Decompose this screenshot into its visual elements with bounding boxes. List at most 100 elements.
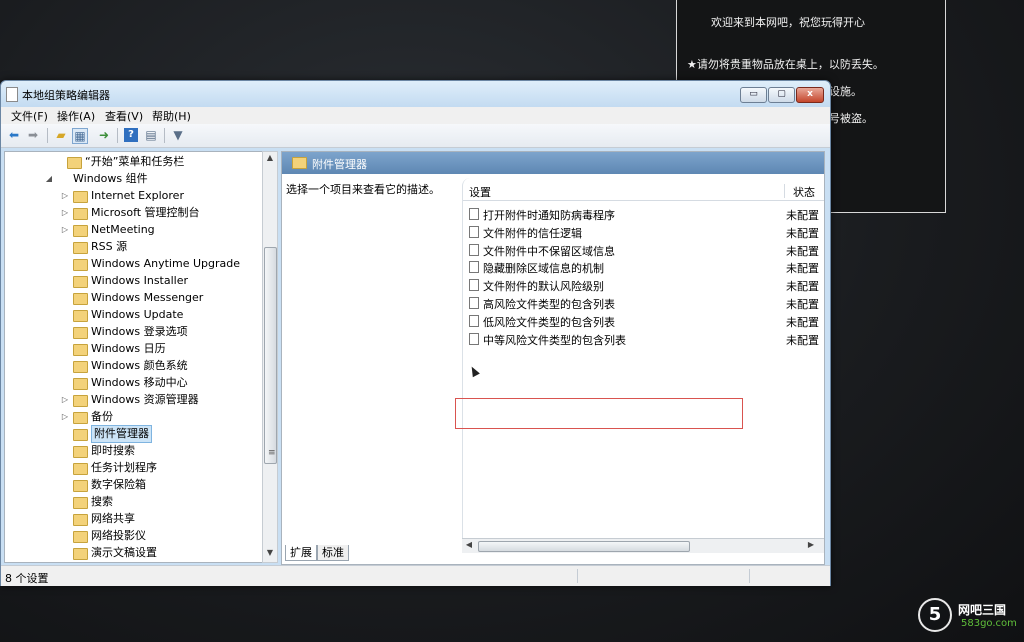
tree-item[interactable]: 数字保险箱 [5, 477, 261, 493]
policy-setting-icon [469, 314, 479, 327]
tree-vertical-scrollbar[interactable]: ▲ ≡ ▼ [262, 151, 278, 563]
column-divider[interactable] [784, 184, 785, 198]
tree-item[interactable]: Windows Update [5, 307, 261, 323]
setting-state: 未配置 [786, 315, 819, 329]
menu-help[interactable]: 帮助(H) [152, 108, 191, 124]
setting-row[interactable]: 文件附件中不保留区域信息 未配置 [463, 241, 824, 258]
list-horizontal-scrollbar[interactable]: ◀ ▶ [462, 538, 824, 553]
highlight-box [455, 398, 743, 429]
tree-item-label: 网络投影仪 [91, 529, 146, 542]
tree-item[interactable]: Windows 颜色系统 [5, 358, 261, 374]
export-list-icon[interactable]: ➜ [97, 128, 111, 142]
tree-item[interactable]: Windows 日历 [5, 341, 261, 357]
tree-item[interactable]: ▷ 备份 [5, 409, 261, 425]
setting-row[interactable]: 文件附件的默认风险级别 未配置 [463, 276, 824, 294]
status-text: 8 个设置 [5, 572, 49, 585]
folder-icon [73, 480, 88, 492]
folder-icon [73, 412, 88, 424]
folder-icon [73, 497, 88, 509]
tree-item[interactable]: Windows Messenger [5, 290, 261, 306]
properties-icon[interactable]: ▤ [144, 128, 158, 142]
tree-item[interactable]: 搜索 [5, 494, 261, 510]
expand-arrow-icon[interactable]: ▷ [61, 392, 69, 408]
policy-setting-icon [469, 208, 479, 220]
folder-icon [73, 208, 88, 220]
tree-item[interactable]: ▷ Internet Explorer [5, 188, 261, 204]
menu-view[interactable]: 查看(V) [105, 108, 143, 124]
tree-item[interactable]: RSS 源 [5, 239, 261, 255]
setting-row[interactable]: 高风险文件类型的包含列表 未配置 [463, 294, 824, 311]
tree-item-label: Windows 登录选项 [91, 325, 188, 338]
tree-item-label: Windows Update [91, 308, 184, 321]
show-hide-tree-icon[interactable]: ▦ [72, 128, 88, 144]
scroll-thumb[interactable] [478, 541, 690, 552]
tree-item[interactable]: Windows Anytime Upgrade [5, 256, 261, 272]
folder-icon [67, 157, 82, 169]
toolbar-divider [164, 128, 165, 143]
folder-icon [73, 378, 88, 390]
maximize-button[interactable]: ▢ [768, 87, 795, 103]
description-text: 选择一个项目来查看它的描述。 [286, 183, 440, 196]
tree-item[interactable]: “开始”菜单和任务栏 [5, 154, 261, 170]
scroll-thumb[interactable]: ≡ [264, 247, 277, 464]
tree-item-label: 网络共享 [91, 512, 135, 525]
tree-item-label: Windows 移动中心 [91, 376, 188, 389]
folder-icon [73, 293, 88, 305]
tree-item[interactable]: 附件管理器 [5, 425, 261, 443]
column-header-state[interactable]: 状态 [793, 184, 815, 200]
tab-extended[interactable]: 扩展 [285, 545, 317, 561]
tree-item[interactable]: ▷ Windows 资源管理器 [5, 392, 261, 408]
setting-row[interactable]: 文件附件的信任逻辑 未配置 [463, 223, 824, 240]
tree-item[interactable]: ◢ Windows 组件 [5, 171, 261, 187]
setting-row[interactable]: 隐藏删除区域信息的机制 未配置 [463, 258, 824, 275]
tree-item-label: NetMeeting [91, 223, 155, 236]
setting-row[interactable]: 打开附件时通知防病毒程序 未配置 [463, 205, 824, 222]
setting-name: 文件附件的默认风险级别 [483, 280, 604, 294]
tree-item-label: Windows Messenger [91, 291, 204, 304]
expand-arrow-icon[interactable]: ▷ [61, 409, 69, 425]
watermark-url: 583go.com [961, 618, 1017, 629]
menu-file[interactable]: 文件(F) [11, 108, 48, 124]
tree-item[interactable]: ▷ NetMeeting [5, 222, 261, 238]
forward-arrow-icon[interactable]: ➡ [26, 128, 40, 142]
setting-row[interactable]: 中等风险文件类型的包含列表 未配置 [463, 330, 824, 347]
filter-icon[interactable]: ▼ [171, 128, 185, 142]
scroll-down-icon[interactable]: ▼ [263, 548, 277, 557]
tree-item[interactable]: 演示文稿设置 [5, 545, 261, 561]
scroll-left-icon[interactable]: ◀ [464, 540, 474, 549]
tree-item-label: Microsoft 管理控制台 [91, 206, 200, 219]
help-icon[interactable]: ? [124, 128, 138, 142]
tree-item[interactable]: 网络投影仪 [5, 528, 261, 544]
toolbar-divider [47, 128, 48, 143]
tree-item[interactable]: 网络共享 [5, 511, 261, 527]
tree-item[interactable]: Windows 移动中心 [5, 375, 261, 391]
expand-arrow-icon[interactable]: ◢ [45, 171, 53, 187]
tree-item[interactable]: Windows Installer [5, 273, 261, 289]
menu-action[interactable]: 操作(A) [57, 108, 95, 124]
settings-list: 设置 状态 打开附件时通知防病毒程序 未配置 文件附件的信任逻辑 未配置 文件附件中不保… [462, 178, 824, 538]
back-arrow-icon[interactable]: ⬅ [7, 128, 21, 142]
tree-item[interactable]: ▷ Microsoft 管理控制台 [5, 205, 261, 221]
folder-icon [73, 463, 88, 475]
tree-item-label: Windows Installer [91, 274, 189, 287]
expand-arrow-icon[interactable]: ▷ [61, 188, 69, 204]
up-folder-icon[interactable]: ▰ [54, 128, 68, 142]
minimize-button[interactable]: ▭ [740, 87, 767, 103]
scroll-up-icon[interactable]: ▲ [263, 153, 277, 162]
tree-item[interactable]: Windows 登录选项 [5, 324, 261, 340]
setting-state: 未配置 [786, 333, 819, 347]
policy-setting-icon [469, 225, 479, 238]
tree-item-label: 演示文稿设置 [91, 546, 157, 559]
tree-item[interactable]: 即时搜索 [5, 443, 261, 459]
tab-standard[interactable]: 标准 [317, 545, 349, 561]
scroll-right-icon[interactable]: ▶ [806, 540, 816, 549]
close-button[interactable]: x [796, 87, 824, 103]
column-header-setting[interactable]: 设置 [469, 184, 491, 200]
folder-icon [73, 276, 88, 288]
setting-row[interactable]: 低风险文件类型的包含列表 未配置 [463, 312, 824, 329]
tree-item[interactable]: 任务计划程序 [5, 460, 261, 476]
expand-arrow-icon[interactable]: ▷ [61, 205, 69, 221]
expand-arrow-icon[interactable]: ▷ [61, 222, 69, 238]
notice-line: 欢迎来到本网吧，祝您玩得开心 [711, 16, 865, 29]
title-bar[interactable]: 本地组策略编辑器 ▭ ▢ x [1, 81, 830, 107]
